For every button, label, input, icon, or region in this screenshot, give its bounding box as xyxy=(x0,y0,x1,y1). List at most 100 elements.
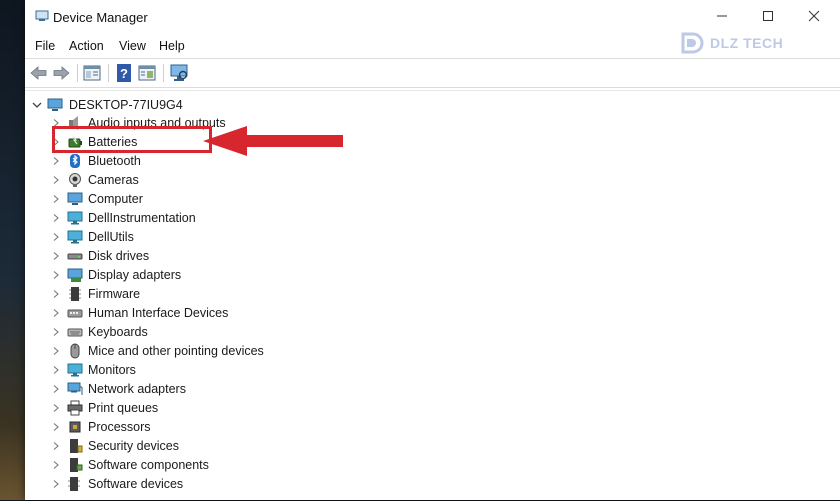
menu-file[interactable]: File xyxy=(35,39,55,53)
tree-item-dellutils[interactable]: DellUtils xyxy=(51,227,134,246)
minimize-button[interactable] xyxy=(699,0,745,32)
chevron-right-icon[interactable] xyxy=(51,308,61,318)
tree-item-firmware[interactable]: Firmware xyxy=(51,284,140,303)
watermark-logo: DLZ TECH xyxy=(680,30,798,56)
back-icon[interactable] xyxy=(29,63,49,83)
chevron-right-icon[interactable] xyxy=(51,251,61,261)
tree-item-dellinstrumentation[interactable]: DellInstrumentation xyxy=(51,208,196,227)
device-manager-window: Device Manager File Action View Help DLZ… xyxy=(25,0,840,500)
menu-action[interactable]: Action xyxy=(69,39,104,53)
computer-icon xyxy=(67,192,83,205)
tree-item-computer[interactable]: Computer xyxy=(51,189,143,208)
close-button[interactable] xyxy=(791,0,837,32)
toolbar-separator xyxy=(108,64,109,82)
mouse-icon xyxy=(70,343,80,358)
window-title: Device Manager xyxy=(53,10,148,25)
tree-item-mice[interactable]: Mice and other pointing devices xyxy=(51,341,264,360)
svg-text:?: ? xyxy=(120,66,128,81)
title-bar[interactable]: Device Manager xyxy=(25,0,840,34)
tree-item-label: Disk drives xyxy=(88,248,150,263)
tree-item-label: Processors xyxy=(88,419,151,434)
bluetooth-icon xyxy=(70,153,80,168)
help-icon[interactable]: ? xyxy=(114,63,134,83)
chevron-right-icon[interactable] xyxy=(51,422,61,432)
chevron-right-icon[interactable] xyxy=(51,213,61,223)
tree-item-hid[interactable]: Human Interface Devices xyxy=(51,303,228,322)
software-component-icon xyxy=(70,457,83,472)
tree-item-bluetooth[interactable]: Bluetooth xyxy=(51,151,141,170)
tree-item-label: Cameras xyxy=(88,172,139,187)
tree-item-disk-drives[interactable]: Disk drives xyxy=(51,246,149,265)
tree-root-label: DESKTOP-77IU9G4 xyxy=(69,97,183,112)
tree-item-network-adapters[interactable]: Network adapters xyxy=(51,379,186,398)
processor-icon xyxy=(69,421,81,432)
security-chip-icon xyxy=(70,438,83,453)
tree-item-processors[interactable]: Processors xyxy=(51,417,151,436)
chevron-right-icon[interactable] xyxy=(51,365,61,375)
close-icon xyxy=(808,10,820,22)
highlight-box xyxy=(52,126,212,153)
red-arrow-annotation xyxy=(203,126,343,156)
tree-item-label: Network adapters xyxy=(88,381,186,396)
computer-icon xyxy=(47,98,63,111)
firmware-icon xyxy=(69,286,81,301)
chevron-right-icon[interactable] xyxy=(51,289,61,299)
tree-root[interactable]: DESKTOP-77IU9G4 xyxy=(31,95,183,114)
menu-view[interactable]: View xyxy=(119,39,146,53)
software-device-icon xyxy=(68,476,80,491)
monitor-icon xyxy=(67,363,83,376)
tree-item-label: DellUtils xyxy=(88,229,134,244)
tree-item-label: Human Interface Devices xyxy=(88,305,229,320)
tree-item-software-devices[interactable]: Software devices xyxy=(51,474,183,493)
toolbar: ? xyxy=(25,58,840,88)
tree-item-label: Computer xyxy=(88,191,143,206)
printer-icon xyxy=(67,400,83,415)
tree-item-label: Keyboards xyxy=(88,324,148,339)
tree-item-monitors[interactable]: Monitors xyxy=(51,360,136,379)
show-hidden-devices-icon[interactable] xyxy=(137,63,157,83)
chevron-right-icon[interactable] xyxy=(51,327,61,337)
chevron-right-icon[interactable] xyxy=(51,194,61,204)
tree-item-keyboards[interactable]: Keyboards xyxy=(51,322,148,341)
chevron-right-icon[interactable] xyxy=(51,460,61,470)
disk-drive-icon xyxy=(67,253,83,259)
tree-item-print-queues[interactable]: Print queues xyxy=(51,398,158,417)
tree-item-label: Display adapters xyxy=(88,267,182,282)
tree-item-label: Bluetooth xyxy=(88,153,141,168)
tree-item-label: Software components xyxy=(88,457,209,472)
keyboard-icon xyxy=(67,328,83,336)
chevron-right-icon[interactable] xyxy=(51,403,61,413)
chevron-down-icon[interactable] xyxy=(31,99,43,111)
tree-item-label: Firmware xyxy=(88,286,141,301)
monitor-icon xyxy=(67,230,83,243)
minimize-icon xyxy=(717,15,727,17)
tree-item-label: Software devices xyxy=(88,476,184,491)
tree-item-software-components[interactable]: Software components xyxy=(51,455,209,474)
chevron-right-icon[interactable] xyxy=(51,156,61,166)
tree-item-display-adapters[interactable]: Display adapters xyxy=(51,265,181,284)
tree-item-label: Print queues xyxy=(88,400,159,415)
display-adapter-icon xyxy=(67,268,83,282)
toolbar-separator xyxy=(163,64,164,82)
chevron-right-icon[interactable] xyxy=(51,384,61,394)
chevron-right-icon[interactable] xyxy=(51,441,61,451)
chevron-right-icon[interactable] xyxy=(51,346,61,356)
tree-item-cameras[interactable]: Cameras xyxy=(51,170,139,189)
forward-icon[interactable] xyxy=(51,63,71,83)
tree-item-label: Mice and other pointing devices xyxy=(88,343,264,358)
chevron-right-icon[interactable] xyxy=(51,232,61,242)
monitor-icon xyxy=(67,211,83,224)
scan-hardware-icon[interactable] xyxy=(169,63,189,83)
tree-item-label: Monitors xyxy=(88,362,136,377)
chevron-right-icon[interactable] xyxy=(51,479,61,489)
menu-help[interactable]: Help xyxy=(159,39,185,53)
chevron-right-icon[interactable] xyxy=(51,175,61,185)
chevron-right-icon[interactable] xyxy=(51,270,61,280)
properties-icon[interactable] xyxy=(82,63,102,83)
maximize-icon xyxy=(763,11,773,21)
toolbar-separator xyxy=(77,64,78,82)
maximize-button[interactable] xyxy=(745,0,791,32)
tree-item-security-devices[interactable]: Security devices xyxy=(51,436,179,455)
camera-icon xyxy=(69,172,81,187)
tree-item-label: Security devices xyxy=(88,438,180,453)
